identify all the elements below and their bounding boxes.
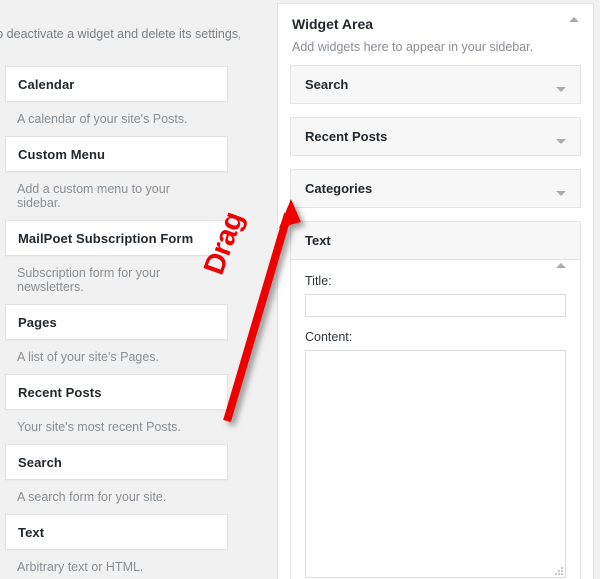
widget-name: Text — [305, 233, 331, 248]
available-widget-text: Text Arbitrary text or HTML. — [5, 514, 228, 579]
available-widget-pages: Pages A list of your site's Pages. — [5, 304, 228, 374]
available-widget-description: Subscription form for your newsletters. — [17, 266, 161, 294]
available-widget-title[interactable]: MailPoet Subscription Form — [5, 220, 228, 256]
widget-bar[interactable]: Recent Posts — [291, 118, 580, 159]
available-widgets-intro: To deactivate a widget and delete its se… — [0, 27, 240, 41]
widget-bar[interactable]: Text — [291, 222, 580, 268]
widget-row-search[interactable]: Search — [290, 65, 581, 107]
widget-name: Search — [305, 77, 349, 92]
available-widget-description: Add a custom menu to your sidebar. — [17, 182, 170, 210]
widget-name: Categories — [305, 181, 373, 196]
available-widget-search: Search A search form for your site. — [5, 444, 228, 514]
chevron-up-icon[interactable] — [567, 17, 581, 31]
page-title: Widget Area — [292, 16, 374, 32]
widget-name: Recent Posts — [305, 129, 388, 144]
text-widget-form: Title: Content: — [291, 260, 580, 579]
column-gap — [240, 0, 277, 579]
available-widgets-list: Calendar A calendar of your site's Posts… — [5, 66, 228, 579]
available-widget-mailpoet-subscription-form: MailPoet Subscription Form Subscription … — [5, 220, 228, 304]
available-widget-title[interactable]: Calendar — [5, 66, 228, 102]
available-widget-custom-menu: Custom Menu Add a custom menu to your si… — [5, 136, 228, 220]
right-edge-strip — [594, 0, 600, 579]
title-field-label: Title: — [305, 274, 332, 288]
available-widget-title[interactable]: Custom Menu — [5, 136, 228, 172]
widget-bar[interactable]: Search — [291, 66, 580, 107]
widgets-admin-screen: To deactivate a widget and delete its se… — [0, 0, 600, 579]
widget-row-text[interactable]: Text Title: Content: — [290, 221, 581, 579]
widget-row-recent-posts[interactable]: Recent Posts — [290, 117, 581, 159]
available-widget-title[interactable]: Text — [5, 514, 228, 550]
available-widget-description: A search form for your site. — [17, 490, 167, 504]
widget-row-categories[interactable]: Categories — [290, 169, 581, 211]
widget-bar[interactable]: Categories — [291, 170, 580, 211]
title-input[interactable] — [305, 294, 566, 317]
content-textarea-wrap — [305, 350, 566, 578]
chevron-down-icon[interactable] — [556, 133, 570, 170]
available-widget-title[interactable]: Pages — [5, 304, 228, 340]
content-textarea[interactable] — [305, 350, 566, 578]
available-widget-description: Your site's most recent Posts. — [17, 420, 181, 434]
chevron-down-icon[interactable] — [556, 185, 570, 222]
available-widget-title[interactable]: Recent Posts — [5, 374, 228, 410]
widget-area-header: Widget Area Add widgets here to appear i… — [278, 4, 593, 65]
available-widgets-column: To deactivate a widget and delete its se… — [0, 0, 240, 579]
available-widget-description: A list of your site's Pages. — [17, 350, 160, 364]
widget-area-panel: Widget Area Add widgets here to appear i… — [277, 3, 594, 579]
content-field-label: Content: — [305, 330, 353, 344]
available-widget-description: Arbitrary text or HTML. — [17, 560, 144, 574]
available-widget-description: A calendar of your site's Posts. — [17, 112, 188, 126]
assigned-widgets-list: Search Recent Posts Categories Text Titl… — [278, 65, 593, 579]
chevron-up-icon[interactable] — [556, 237, 570, 274]
available-widget-title[interactable]: Search — [5, 444, 228, 480]
available-widget-recent-posts: Recent Posts Your site's most recent Pos… — [5, 374, 228, 444]
available-widget-calendar: Calendar A calendar of your site's Posts… — [5, 66, 228, 136]
chevron-down-icon[interactable] — [556, 81, 570, 118]
widget-area-description: Add widgets here to appear in your sideb… — [292, 40, 534, 54]
